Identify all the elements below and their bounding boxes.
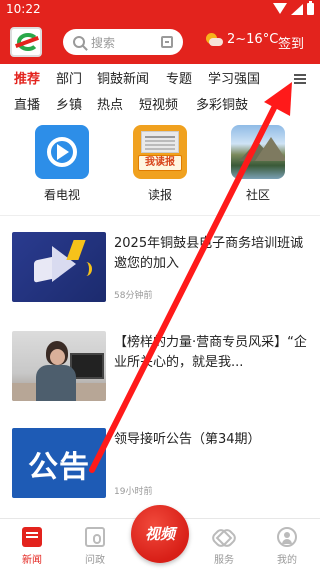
- app-label: 社区: [245, 188, 270, 202]
- app-logo[interactable]: [10, 27, 42, 57]
- status-icons: [273, 1, 314, 15]
- video-label: 视频: [144, 525, 175, 543]
- nav-label: 我的: [277, 555, 297, 566]
- news-time: 58分钟前: [114, 291, 153, 301]
- search-icon: [73, 36, 85, 48]
- tab-short-video[interactable]: 短视频: [139, 94, 178, 113]
- weather-widget[interactable]: 2~16°C: [205, 32, 278, 47]
- search-bar[interactable]: 搜索: [63, 29, 183, 55]
- tab-topics[interactable]: 专题: [166, 68, 192, 87]
- search-placeholder: 搜索: [91, 35, 116, 50]
- tab-recommend[interactable]: 推荐: [14, 68, 40, 87]
- channel-tabs-row2: 直播 乡镇 热点 短视频 多彩铜鼓: [0, 92, 320, 118]
- nav-label: 服务: [214, 555, 234, 566]
- status-bar: 10:22: [0, 0, 320, 20]
- nav-label: 问政: [85, 555, 105, 566]
- news-item[interactable]: 2025年铜鼓县电子商务培训班诚邀您的加入 58分钟前: [12, 232, 312, 306]
- nav-mine[interactable]: 我的: [262, 527, 312, 566]
- tab-hot[interactable]: 热点: [97, 94, 123, 113]
- news-title: 【榜样的力量·营商专员风采】“企业所关心的，就是我...: [114, 335, 307, 370]
- notice-thumbnail: 公告: [12, 428, 106, 498]
- weather-temp: 2~16°C: [227, 32, 279, 47]
- news-title: 2025年铜鼓县电子商务培训班诚邀您的加入: [114, 236, 304, 271]
- news-item[interactable]: 【榜样的力量·营商专员风采】“企业所关心的，就是我...: [12, 331, 312, 405]
- nav-news[interactable]: 新闻: [7, 527, 57, 566]
- nav-service[interactable]: 服务: [199, 527, 249, 566]
- partly-cloudy-icon: [205, 32, 223, 47]
- app-community[interactable]: 社区: [231, 125, 285, 203]
- tab-towns[interactable]: 乡镇: [56, 94, 82, 113]
- tab-xuexi[interactable]: 学习强国: [208, 68, 260, 87]
- megaphone-thumbnail: [12, 232, 106, 302]
- tab-tonggu-news[interactable]: 铜鼓新闻: [97, 68, 149, 87]
- user-icon: [277, 527, 297, 547]
- app-read-paper[interactable]: 我读报 读报: [133, 125, 187, 203]
- news-item[interactable]: 公告 领导接听公告（第34期） 19小时前: [12, 428, 312, 502]
- news-icon: [22, 527, 42, 547]
- tab-departments[interactable]: 部门: [56, 68, 82, 87]
- channel-tabs-row1: 推荐 部门 铜鼓新闻 专题 学习强国: [0, 66, 320, 92]
- paper-badge: 我读报: [138, 155, 182, 171]
- heart-hands-icon: [213, 527, 235, 547]
- news-time: 19小时前: [114, 487, 153, 497]
- notice-thumb-text: 公告: [28, 450, 90, 485]
- app-watch-tv[interactable]: 看电视: [35, 125, 89, 203]
- status-time: 10:22: [6, 2, 41, 16]
- menu-icon[interactable]: [294, 74, 306, 84]
- newspaper-icon: 我读报: [133, 125, 187, 179]
- signin-button[interactable]: 签到: [278, 33, 304, 52]
- nav-video-button[interactable]: 视频: [131, 505, 189, 563]
- play-tv-icon: [35, 125, 89, 179]
- ask-icon: [85, 527, 105, 547]
- battery-icon: [307, 1, 314, 15]
- landscape-icon: [231, 125, 285, 179]
- tab-colorful-tonggu[interactable]: 多彩铜鼓: [196, 94, 248, 113]
- signal-icon: [291, 3, 303, 15]
- app-label: 看电视: [43, 188, 80, 202]
- nav-ask-gov[interactable]: 问政: [70, 527, 120, 566]
- news-title: 领导接听公告（第34期）: [114, 432, 261, 447]
- app-label: 读报: [147, 188, 172, 202]
- app-header: 10:22 搜索 2~16°C 签到: [0, 0, 320, 64]
- nav-label: 新闻: [22, 555, 42, 566]
- wifi-icon: [273, 3, 287, 15]
- tab-live[interactable]: 直播: [14, 94, 40, 113]
- scan-icon[interactable]: [161, 36, 173, 48]
- section-divider: [0, 215, 320, 216]
- photo-thumbnail: [12, 331, 106, 401]
